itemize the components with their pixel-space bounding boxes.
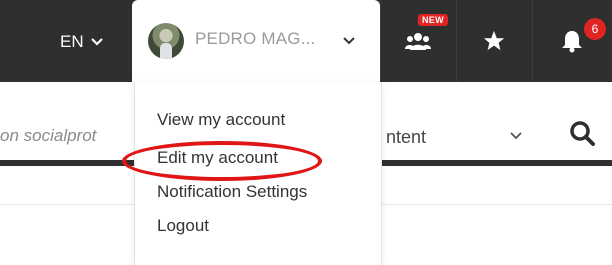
chevron-down-icon xyxy=(510,132,522,140)
language-selector[interactable]: EN xyxy=(60,27,104,57)
groups-button[interactable] xyxy=(380,0,456,82)
language-label: EN xyxy=(60,32,84,51)
star-icon xyxy=(483,30,505,51)
notification-count-badge: 6 xyxy=(584,18,606,40)
bell-icon xyxy=(562,31,582,53)
chevron-down-icon xyxy=(90,38,103,46)
user-menu-button[interactable]: PEDRO MAG... xyxy=(132,0,380,82)
user-name: PEDRO MAG... xyxy=(195,29,316,48)
account-dropdown-menu: View my account Edit my account Logout N… xyxy=(134,82,382,265)
chevron-down-icon xyxy=(343,37,355,45)
avatar xyxy=(148,23,184,59)
menu-item-edit-account[interactable]: Edit my account xyxy=(157,148,278,168)
menu-item-view-account[interactable]: View my account xyxy=(157,110,285,130)
menu-item-notification-settings[interactable]: Notification Settings xyxy=(157,182,307,202)
search-button[interactable] xyxy=(566,117,600,151)
favorites-button[interactable] xyxy=(456,0,532,82)
new-badge: NEW xyxy=(418,14,448,26)
search-icon xyxy=(570,121,595,146)
search-input-placeholder[interactable]: on socialprot xyxy=(0,126,96,146)
menu-item-logout[interactable]: Logout xyxy=(157,216,209,236)
groups-icon xyxy=(405,33,431,50)
content-type-select[interactable]: ntent xyxy=(386,127,426,148)
notifications-button[interactable] xyxy=(532,0,612,82)
